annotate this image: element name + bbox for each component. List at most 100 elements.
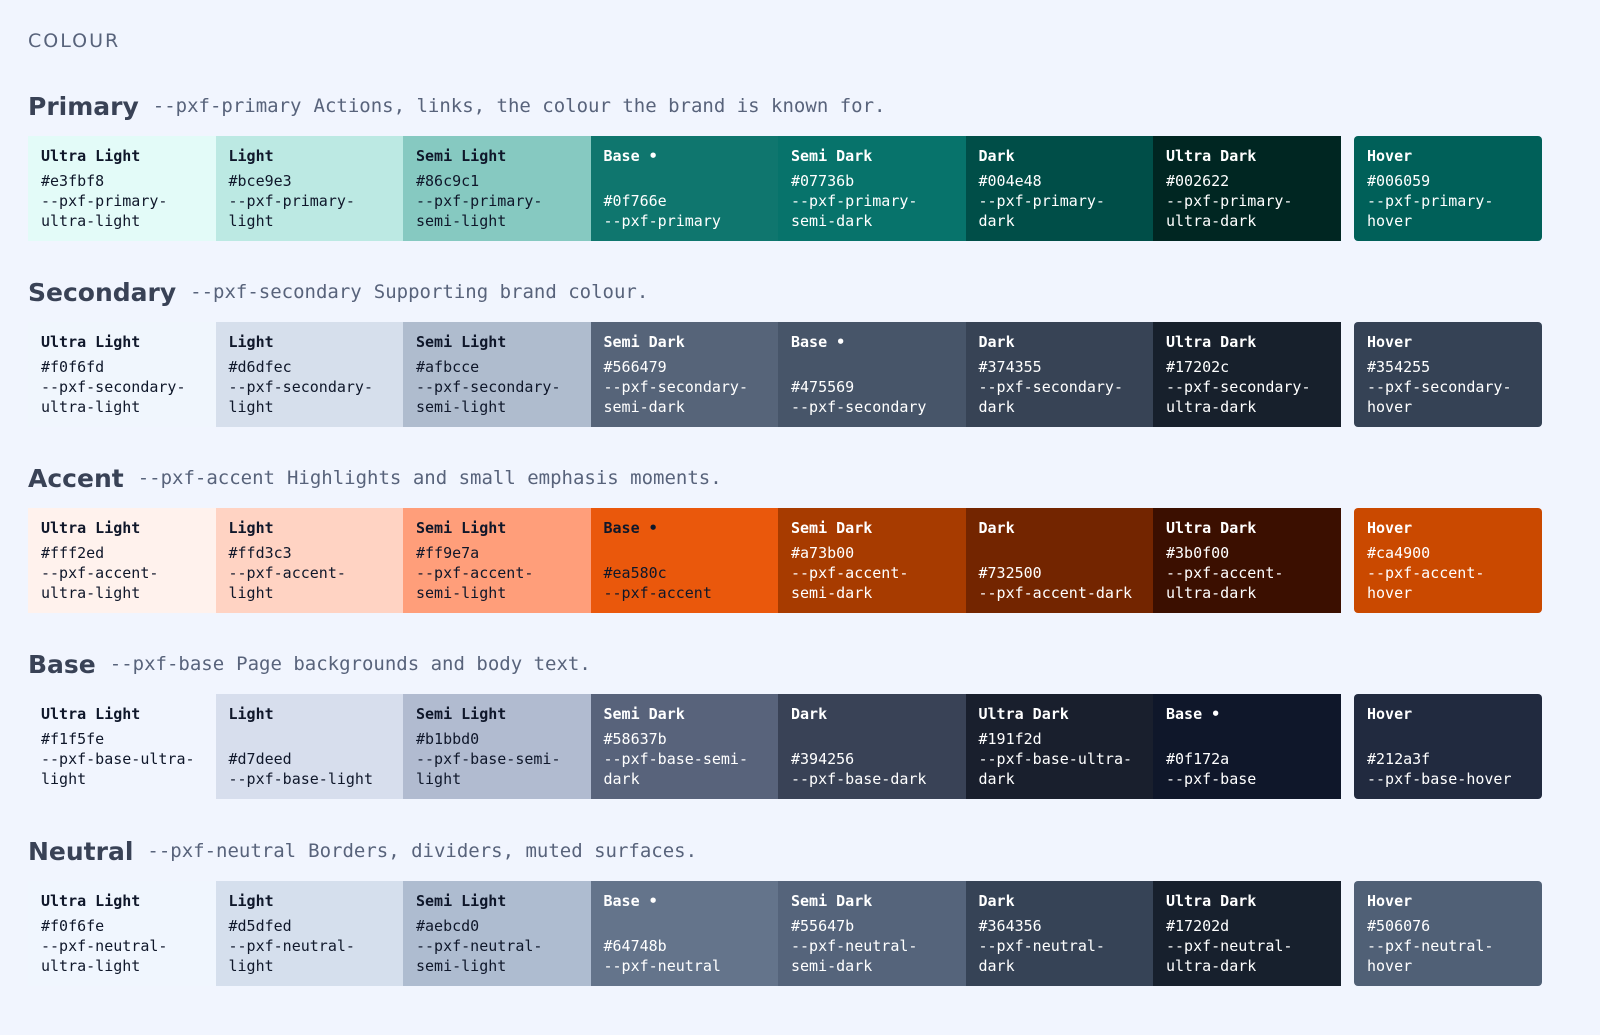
swatch-details: #002622 --pxf-primary-ultra-dark bbox=[1166, 168, 1328, 231]
swatch-ultra-light[interactable]: Ultra Light #fff2ed --pxf-accent-ultra-lig… bbox=[28, 508, 216, 613]
swatch-semi-light[interactable]: Semi Light #86c9c1 --pxf-primary-semi-ligh… bbox=[403, 136, 591, 241]
swatch-hover[interactable]: Hover #354255 --pxf-secondary-hover bbox=[1354, 322, 1542, 427]
swatch-details: #bce9e3 --pxf-primary-light bbox=[229, 168, 391, 231]
page-label: COLOUR bbox=[28, 30, 121, 52]
swatch-name: Ultra Light bbox=[41, 333, 141, 351]
swatch-details: #aebcd0 --pxf-neutral-semi-light bbox=[416, 913, 578, 976]
section-base: Base --pxf-base Page backgrounds and body … bbox=[28, 644, 1572, 799]
swatch-light[interactable]: Light #d6dfec --pxf-secondary-light bbox=[215, 322, 404, 427]
swatch-variable: --pxf-neutral-ultra-light bbox=[41, 937, 168, 975]
swatch-ultra-dark[interactable]: Ultra Dark #17202d --pxf-neutral-ultra-dar… bbox=[1153, 881, 1341, 986]
section-description: Actions, links, the colour the brand is … bbox=[313, 95, 886, 117]
swatch-name: Ultra Dark bbox=[1166, 333, 1257, 351]
swatch-light[interactable]: Light #bce9e3 --pxf-primary-light bbox=[215, 136, 404, 241]
swatch-hex: #002622 bbox=[1166, 172, 1230, 190]
swatch-variable: --pxf-accent-ultra-dark bbox=[1166, 564, 1284, 602]
swatch-variable: --pxf-secondary-semi-dark bbox=[603, 378, 749, 416]
swatch-details: #d7deed --pxf-base-light bbox=[229, 726, 391, 789]
swatch-name: Light bbox=[228, 705, 274, 723]
swatch-ultra-dark[interactable]: Ultra Dark #002622 --pxf-primary-ultra-dar… bbox=[1153, 136, 1341, 241]
swatch-name: Base • bbox=[603, 147, 658, 165]
swatch-hex: #ffd3c3 bbox=[228, 544, 292, 562]
swatch-hex: #bce9e3 bbox=[228, 172, 292, 190]
swatch-name: Semi Light bbox=[416, 333, 507, 351]
swatch-row: Ultra Light #f0f6fd --pxf-secondary-ultra-… bbox=[28, 322, 1572, 427]
swatch-dark[interactable]: Dark #374355 --pxf-secondary-dark bbox=[965, 322, 1154, 427]
section-header: Secondary --pxf-secondary Supporting brand… bbox=[28, 272, 1572, 312]
swatch-details: #0f766e --pxf-primary bbox=[604, 168, 766, 231]
swatch-hover[interactable]: Hover #506076 --pxf-neutral-hover bbox=[1354, 881, 1542, 986]
swatch-dark[interactable]: Dark #004e48 --pxf-primary-dark bbox=[965, 136, 1154, 241]
swatch-hover[interactable]: Hover #212a3f --pxf-base-hover bbox=[1354, 694, 1542, 799]
swatch-hex: #394256 bbox=[791, 750, 855, 768]
swatch-variable: --pxf-neutral-semi-light bbox=[416, 937, 543, 975]
swatch-dark[interactable]: Dark #732500 --pxf-accent-dark bbox=[965, 508, 1154, 613]
section-description: Supporting brand colour. bbox=[373, 281, 649, 303]
swatch-light[interactable]: Light #d7deed --pxf-base-light bbox=[215, 694, 404, 799]
swatch-variable: --pxf-secondary bbox=[791, 398, 927, 416]
swatch-base[interactable]: Base • #ea580c --pxf-accent bbox=[590, 508, 779, 613]
swatch-semi-light[interactable]: Semi Light #ff9e7a --pxf-accent-semi-light bbox=[403, 508, 591, 613]
swatch-ultra-light[interactable]: Ultra Light #f0f6fe --pxf-neutral-ultra-li… bbox=[28, 881, 216, 986]
swatch-semi-light[interactable]: Semi Light #afbcce --pxf-secondary-semi-li… bbox=[403, 322, 591, 427]
swatch-hex: #506076 bbox=[1367, 917, 1431, 935]
swatch-hex: #732500 bbox=[978, 564, 1042, 582]
swatch-base[interactable]: Base • #64748b --pxf-neutral bbox=[590, 881, 779, 986]
swatch-semi-dark[interactable]: Semi Dark #55647b --pxf-neutral-semi-dark bbox=[778, 881, 966, 986]
swatch-hex: #f1f5fe bbox=[41, 730, 105, 748]
swatch-details: #006059 --pxf-primary-hover bbox=[1367, 168, 1529, 231]
swatch-variable: --pxf-accent-dark bbox=[978, 584, 1133, 602]
swatch-base[interactable]: Base • #0f766e --pxf-primary bbox=[590, 136, 779, 241]
section-variable: --pxf-base bbox=[109, 653, 225, 675]
swatch-hex: #f0f6fe bbox=[41, 917, 105, 935]
swatch-light[interactable]: Light #ffd3c3 --pxf-accent-light bbox=[215, 508, 404, 613]
swatch-ultra-dark[interactable]: Base • #0f172a --pxf-base bbox=[1153, 694, 1341, 799]
swatch-details: #ca4900 --pxf-accent-hover bbox=[1367, 540, 1529, 603]
swatch-dark[interactable]: Ultra Dark #191f2d --pxf-base-ultra-dark bbox=[965, 694, 1154, 799]
swatch-details: #55647b --pxf-neutral-semi-dark bbox=[791, 913, 953, 976]
swatch-semi-dark[interactable]: Base • #475569 --pxf-secondary bbox=[778, 322, 966, 427]
swatch-semi-dark[interactable]: Semi Dark #a73b00 --pxf-accent-semi-dark bbox=[778, 508, 966, 613]
swatch-details: #17202c --pxf-secondary-ultra-dark bbox=[1166, 354, 1328, 417]
swatch-light[interactable]: Light #d5dfed --pxf-neutral-light bbox=[215, 881, 404, 986]
swatch-semi-light[interactable]: Semi Light #aebcd0 --pxf-neutral-semi-ligh… bbox=[403, 881, 591, 986]
swatch-details: #17202d --pxf-neutral-ultra-dark bbox=[1166, 913, 1328, 976]
swatch-variable: --pxf-primary-ultra-dark bbox=[1166, 192, 1293, 230]
swatch-ultra-light[interactable]: Ultra Light #e3fbf8 --pxf-primary-ultra-li… bbox=[28, 136, 216, 241]
swatch-details: #191f2d --pxf-base-ultra-dark bbox=[979, 726, 1141, 789]
swatch-hex: #ca4900 bbox=[1367, 544, 1431, 562]
swatch-variable: --pxf-base-semi-dark bbox=[603, 750, 749, 788]
swatch-name: Dark bbox=[978, 333, 1015, 351]
swatch-hex: #566479 bbox=[603, 358, 667, 376]
swatch-ultra-light[interactable]: Ultra Light #f0f6fd --pxf-secondary-ultra-… bbox=[28, 322, 216, 427]
swatch-hex: #07736b bbox=[791, 172, 855, 190]
swatch-name: Semi Dark bbox=[791, 519, 873, 537]
swatch-hex: #354255 bbox=[1367, 358, 1431, 376]
swatch-details: #ff9e7a --pxf-accent-semi-light bbox=[416, 540, 578, 603]
swatch-details: #64748b --pxf-neutral bbox=[604, 913, 766, 976]
swatch-name: Hover bbox=[1367, 705, 1413, 723]
swatch-dark[interactable]: Dark #364356 --pxf-neutral-dark bbox=[965, 881, 1154, 986]
swatch-hover[interactable]: Hover #006059 --pxf-primary-hover bbox=[1354, 136, 1542, 241]
swatch-hover[interactable]: Hover #ca4900 --pxf-accent-hover bbox=[1354, 508, 1542, 613]
swatch-variable: --pxf-neutral-light bbox=[228, 937, 355, 975]
swatch-name: Base • bbox=[603, 892, 658, 910]
swatch-ultra-light[interactable]: Ultra Light #f1f5fe --pxf-base-ultra-light bbox=[28, 694, 216, 799]
section-accent: Accent --pxf-accent Highlights and small e… bbox=[28, 458, 1572, 613]
swatch-name: Semi Dark bbox=[603, 333, 685, 351]
swatch-base[interactable]: Semi Dark #58637b --pxf-base-semi-dark bbox=[590, 694, 779, 799]
swatch-row: Ultra Light #fff2ed --pxf-accent-ultra-lig… bbox=[28, 508, 1572, 613]
swatch-details: #f0f6fe --pxf-neutral-ultra-light bbox=[41, 913, 203, 976]
swatch-variable: --pxf-primary-dark bbox=[978, 192, 1105, 230]
swatch-name: Ultra Light bbox=[41, 892, 141, 910]
swatch-details: #475569 --pxf-secondary bbox=[791, 354, 953, 417]
swatch-semi-dark[interactable]: Semi Dark #07736b --pxf-primary-semi-dark bbox=[778, 136, 966, 241]
swatch-name: Hover bbox=[1367, 333, 1413, 351]
swatch-ultra-dark[interactable]: Ultra Dark #3b0f00 --pxf-accent-ultra-dark bbox=[1153, 508, 1341, 613]
swatch-semi-light[interactable]: Semi Light #b1bbd0 --pxf-base-semi-light bbox=[403, 694, 591, 799]
swatch-base[interactable]: Semi Dark #566479 --pxf-secondary-semi-dar… bbox=[590, 322, 779, 427]
swatch-ultra-dark[interactable]: Ultra Dark #17202c --pxf-secondary-ultra-d… bbox=[1153, 322, 1341, 427]
swatch-semi-dark[interactable]: Dark #394256 --pxf-base-dark bbox=[778, 694, 966, 799]
section-title: Primary bbox=[28, 91, 139, 121]
swatch-row: Ultra Light #e3fbf8 --pxf-primary-ultra-li… bbox=[28, 136, 1572, 241]
